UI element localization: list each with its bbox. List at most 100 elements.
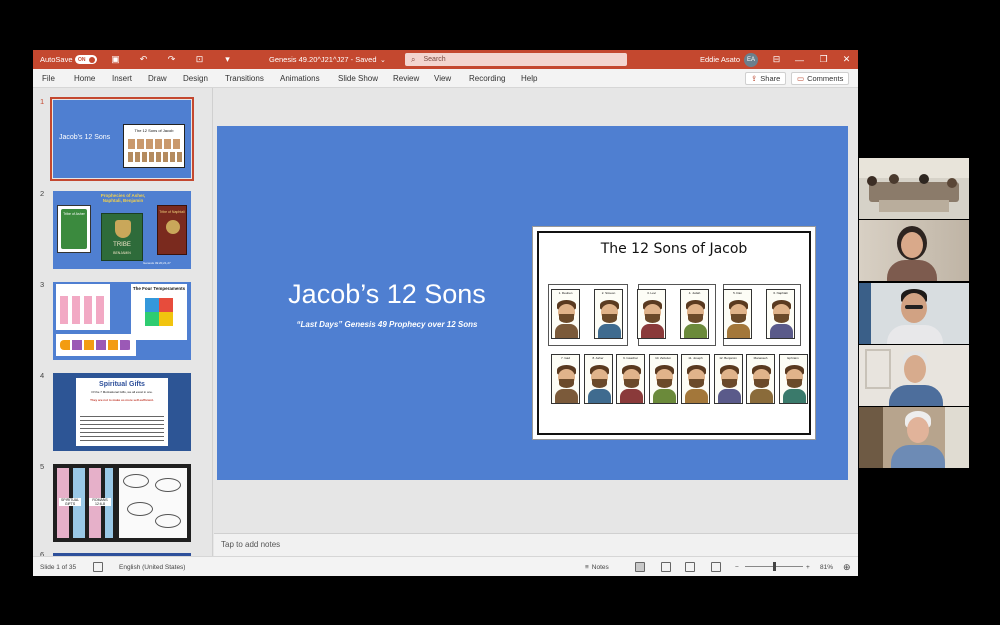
zoom-in-button[interactable]: + bbox=[806, 557, 810, 576]
thumbnail-slide-4[interactable]: Spiritual Gifts Of the 7 Motivational Gi… bbox=[53, 373, 191, 451]
participant-video[interactable] bbox=[859, 407, 969, 468]
son-name: 2. Simeon bbox=[601, 291, 616, 295]
status-bar: Slide 1 of 35 English (United States) ≡ N… bbox=[33, 556, 858, 576]
present-icon[interactable]: ⊡ bbox=[193, 50, 206, 69]
thumbnail-number: 1 bbox=[40, 97, 45, 106]
son-portrait: 5. Dan bbox=[723, 289, 752, 339]
search-box[interactable]: ⌕ Search bbox=[405, 53, 627, 66]
thumbnail-portraits bbox=[128, 139, 182, 149]
tab-insert[interactable]: Insert bbox=[112, 69, 132, 88]
speech-bubbles bbox=[119, 468, 187, 538]
tab-slide-show[interactable]: Slide Show bbox=[338, 69, 378, 88]
reading-view-button[interactable] bbox=[685, 557, 695, 576]
son-portrait: Ephraim bbox=[778, 354, 808, 404]
redo-icon[interactable]: ↷ bbox=[165, 50, 178, 69]
slide-thumbnails-panel[interactable]: 1 Jacob's 12 Sons The 12 Sons of Jacob 2… bbox=[33, 88, 213, 556]
thumbnail-number: 4 bbox=[40, 371, 45, 380]
son-name: Ephraim bbox=[787, 356, 799, 360]
thumbnail-slide-1[interactable]: Jacob's 12 Sons The 12 Sons of Jacob bbox=[50, 97, 194, 181]
son-name: 8. Asher bbox=[592, 356, 604, 360]
notes-pane[interactable]: Tap to add notes bbox=[214, 533, 858, 556]
zoom-out-button[interactable]: − bbox=[735, 557, 739, 576]
chevron-down-icon[interactable]: ⌄ bbox=[380, 50, 386, 69]
undo-icon[interactable]: ↶ bbox=[137, 50, 150, 69]
comment-icon: ▭ bbox=[797, 74, 805, 83]
thumbnail-slide-3[interactable]: The Four Temperaments bbox=[53, 282, 191, 360]
son-portrait: 9. Issachar bbox=[616, 354, 645, 404]
tab-draw[interactable]: Draw bbox=[148, 69, 167, 88]
slide-counter: Slide 1 of 35 bbox=[40, 563, 77, 571]
powerpoint-window: AutoSave ON ▣ ↶ ↷ ⊡ ▾ Genesis 49.20^J21^… bbox=[33, 50, 858, 576]
accessibility-icon[interactable] bbox=[93, 562, 103, 572]
slide-sorter-button[interactable] bbox=[661, 557, 671, 576]
tab-review[interactable]: Review bbox=[393, 69, 419, 88]
son-portrait: 12. Benjamin bbox=[713, 354, 743, 404]
slideshow-button[interactable] bbox=[711, 557, 721, 576]
user-name[interactable]: Eddie Asato bbox=[700, 50, 740, 69]
save-icon[interactable]: ▣ bbox=[109, 50, 122, 69]
romans-label: ROMANS 12:6-8 bbox=[89, 498, 111, 506]
tab-help[interactable]: Help bbox=[521, 69, 537, 88]
participant-video[interactable] bbox=[859, 283, 969, 344]
participant-video[interactable] bbox=[859, 220, 969, 281]
thumbnail-slide-2[interactable]: Prophecies of Asher, Naphtali, Benjamin … bbox=[53, 191, 191, 269]
son-name: 9. Issachar bbox=[623, 356, 638, 360]
slide-title[interactable]: Jacob’s 12 Sons bbox=[257, 279, 517, 310]
son-name: 12. Benjamin bbox=[719, 356, 737, 360]
son-portrait: 1. Reuben bbox=[551, 289, 580, 339]
avatar[interactable]: EA bbox=[744, 52, 758, 67]
current-slide[interactable]: Jacob’s 12 Sons “Last Days” Genesis 49 P… bbox=[217, 126, 848, 480]
slide-editor[interactable]: Jacob’s 12 Sons “Last Days” Genesis 49 P… bbox=[214, 88, 858, 533]
document-title[interactable]: Genesis 49.20^J21^J27 - Saved bbox=[269, 50, 377, 69]
comments-button[interactable]: ▭ Comments bbox=[791, 72, 850, 85]
normal-view-button[interactable] bbox=[633, 557, 647, 576]
kids-illustration bbox=[56, 284, 110, 330]
thumbnail-slide-5[interactable]: SPIRITUAL GIFTS ROMANS 12:6-8 bbox=[53, 464, 191, 542]
thumbnail-portraits bbox=[128, 152, 182, 162]
tribe-benjamin-banner: TRIBE BENJAMIN bbox=[101, 213, 143, 261]
tab-design[interactable]: Design bbox=[183, 69, 208, 88]
zoom-level[interactable]: 81% bbox=[820, 557, 833, 576]
zoom-slider-thumb[interactable] bbox=[772, 562, 776, 571]
thumbnail-title: Prophecies of Asher, Naphtali, Benjamin bbox=[100, 193, 146, 203]
customize-toolbar-icon[interactable]: ▾ bbox=[221, 50, 234, 69]
tab-view[interactable]: View bbox=[434, 69, 451, 88]
son-portrait: 3. Levi bbox=[637, 289, 666, 339]
close-icon[interactable]: ✕ bbox=[840, 50, 853, 69]
notes-button[interactable]: ≡ Notes bbox=[585, 557, 609, 576]
son-portrait: Manasseh bbox=[746, 354, 775, 404]
tab-home[interactable]: Home bbox=[74, 69, 95, 88]
son-portrait: 10. Zebulun bbox=[648, 354, 678, 404]
participant-video[interactable] bbox=[859, 345, 969, 406]
tab-recording[interactable]: Recording bbox=[469, 69, 505, 88]
son-portrait: 6. Naphtali bbox=[766, 289, 795, 339]
notes-icon: ≡ bbox=[585, 563, 589, 571]
share-icon: ⇪ bbox=[751, 74, 758, 83]
notes-placeholder: Tap to add notes bbox=[221, 540, 281, 549]
tab-file[interactable]: File bbox=[42, 69, 55, 88]
son-name: 1. Reuben bbox=[558, 291, 573, 295]
fit-to-window-icon[interactable]: ⊕ bbox=[843, 557, 851, 576]
son-name: 7. Gad bbox=[560, 356, 570, 360]
autosave-label: AutoSave bbox=[40, 55, 73, 64]
slide-subtitle[interactable]: “Last Days” Genesis 49 Prophecy over 12 … bbox=[257, 320, 517, 329]
tribe-naphtali-banner: Tribe of Naphtali bbox=[157, 205, 187, 255]
son-name: 3. Levi bbox=[647, 291, 656, 295]
ribbon-tabs: File Home Insert Draw Design Transitions… bbox=[33, 69, 858, 88]
ribbon-display-icon[interactable]: ⊟ bbox=[770, 50, 783, 69]
son-name: 5. Dan bbox=[733, 291, 742, 295]
tab-animations[interactable]: Animations bbox=[280, 69, 320, 88]
language-status[interactable]: English (United States) bbox=[119, 557, 185, 576]
temperaments-diagram: The Four Temperaments bbox=[131, 284, 187, 340]
restore-icon[interactable]: ❐ bbox=[817, 50, 830, 69]
sons-of-jacob-image[interactable]: The 12 Sons of Jacob 1. Reuben 2. Simeon 3… bbox=[532, 226, 816, 440]
participant-video-room[interactable] bbox=[859, 158, 969, 219]
autosave-toggle[interactable]: ON bbox=[75, 55, 97, 64]
tab-transitions[interactable]: Transitions bbox=[225, 69, 264, 88]
slideshow-icon bbox=[711, 562, 721, 572]
image-frame: The 12 Sons of Jacob 1. Reuben 2. Simeon 3… bbox=[537, 231, 811, 435]
image-title: The 12 Sons of Jacob bbox=[600, 241, 748, 257]
share-button[interactable]: ⇪ Share bbox=[745, 72, 787, 85]
son-portrait: 8. Asher bbox=[583, 354, 613, 404]
minimize-icon[interactable]: — bbox=[793, 50, 806, 69]
